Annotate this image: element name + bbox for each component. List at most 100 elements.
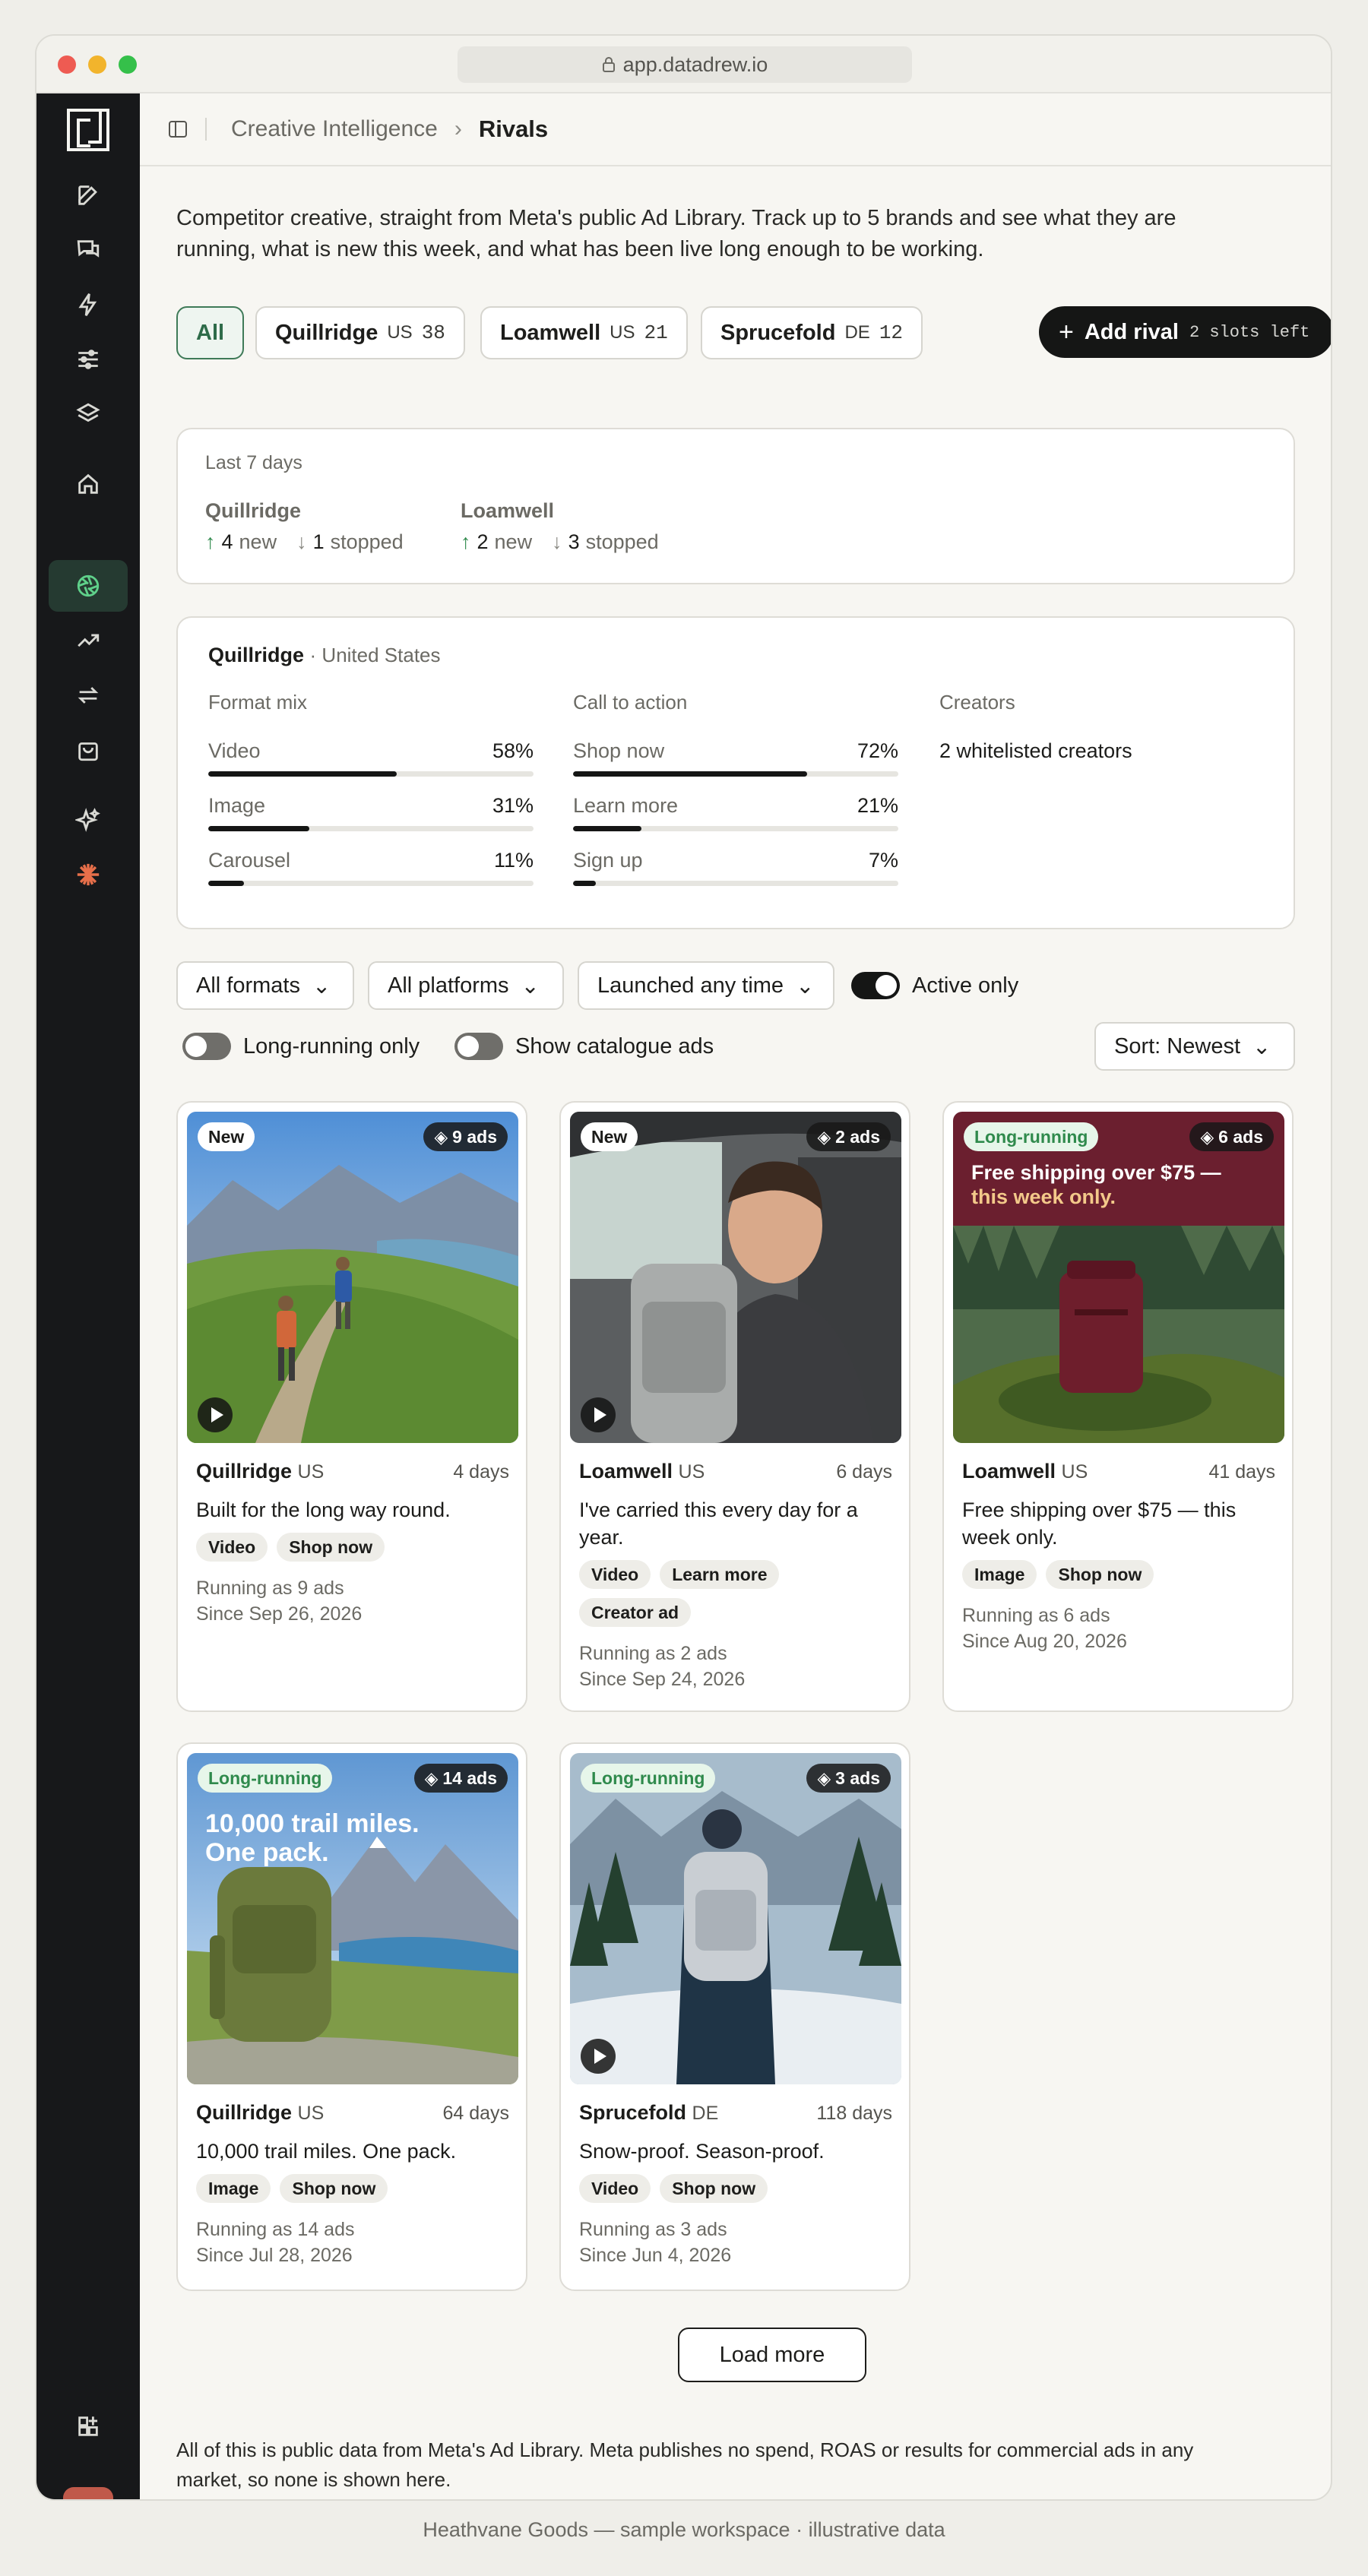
ad-card[interactable]: 10,000 trail miles. One pack. Long-runni… xyxy=(176,1742,527,2291)
chevron-down-icon: ⌄ xyxy=(312,973,331,998)
top-bar: Creative Intelligence › Rivals xyxy=(140,93,1331,166)
cta-label: Learn more xyxy=(573,794,679,817)
long-running-badge: Long-running xyxy=(964,1122,1099,1151)
compose-icon[interactable] xyxy=(73,180,103,210)
sort-dropdown[interactable]: Sort: Newest ⌄ xyxy=(1094,1022,1295,1071)
ad-card[interactable]: New ◈ 2 ads Loamwell US 6 days I've carri… xyxy=(559,1101,910,1712)
active-only-toggle[interactable] xyxy=(851,972,900,999)
rival-chip-all[interactable]: All xyxy=(176,306,245,359)
ad-thumbnail[interactable]: Free shipping over $75 — this week only.… xyxy=(953,1112,1284,1443)
home-icon[interactable] xyxy=(73,469,103,499)
swap-icon[interactable] xyxy=(73,680,103,710)
snow-hiker-image xyxy=(570,1753,901,2084)
chevron-down-icon: ⌄ xyxy=(796,973,815,998)
close-window-button[interactable] xyxy=(58,55,76,74)
breadcrumb-section[interactable]: Creative Intelligence xyxy=(231,116,438,142)
launched-dropdown[interactable]: Launched any time ⌄ xyxy=(578,961,834,1010)
breakdown-brand: Quillridge xyxy=(208,644,305,666)
ad-headline: Free shipping over $75 — this week only. xyxy=(962,1498,1237,1549)
long-running-toggle[interactable] xyxy=(182,1033,231,1060)
catalogue-toggle[interactable] xyxy=(454,1033,503,1060)
chevron-down-icon: ⌄ xyxy=(1252,1034,1271,1059)
aperture-icon[interactable] xyxy=(73,571,103,601)
cta-bar xyxy=(573,771,898,777)
app-logo[interactable] xyxy=(67,109,109,151)
ad-thumbnail[interactable]: Long-running ◈ 3 ads xyxy=(570,1753,901,2084)
sidebar-toggle-icon[interactable] xyxy=(167,119,188,140)
cta-bar xyxy=(573,881,898,886)
cta-row: Shop now 72% xyxy=(573,739,898,777)
ad-meta: Running as 14 ads Since Jul 28, 2026 xyxy=(196,2217,354,2268)
ad-thumbnail[interactable]: New ◈ 2 ads xyxy=(570,1112,901,1443)
ad-brand: Quillridge US xyxy=(196,2101,324,2125)
trending-icon[interactable] xyxy=(73,625,103,656)
running-as: Running as 14 ads xyxy=(196,2219,355,2240)
tag: Video xyxy=(579,2174,651,2203)
breakdown-header: Quillridge · United States xyxy=(208,644,441,667)
since-date: Since Jul 28, 2026 xyxy=(196,2245,353,2266)
bag-icon[interactable] xyxy=(73,735,103,765)
ad-tags: Image Shop now xyxy=(196,2174,515,2203)
rival-chip-loamwell[interactable]: Loamwell US 21 xyxy=(480,306,688,359)
brand-name: Quillridge xyxy=(196,2101,293,2124)
new-label: new xyxy=(494,530,533,553)
car-selfie-image xyxy=(570,1112,901,1443)
dropdown-label: All formats xyxy=(196,973,300,998)
format-label: Video xyxy=(208,739,261,762)
running-as: Running as 6 ads xyxy=(962,1605,1110,1626)
format-percent: 58% xyxy=(492,739,534,762)
ad-tags: Video Shop now xyxy=(579,2174,898,2203)
mountain-hikers-image xyxy=(187,1112,518,1443)
cta-bar-fill xyxy=(573,771,808,777)
divider xyxy=(205,118,207,141)
stopped-count: 3 xyxy=(568,530,580,553)
lightning-icon[interactable] xyxy=(73,290,103,320)
sparkles-icon[interactable] xyxy=(73,805,103,835)
new-label: new xyxy=(239,530,277,553)
apps-icon[interactable] xyxy=(73,2411,103,2442)
ad-brand: Loamwell US xyxy=(579,1460,705,1483)
platforms-dropdown[interactable]: All platforms ⌄ xyxy=(368,961,564,1010)
long-running-badge: Long-running xyxy=(581,1764,716,1793)
ad-brand: Quillridge US xyxy=(196,1460,324,1483)
ad-card[interactable]: Long-running ◈ 3 ads Sprucefold DE 118 da… xyxy=(559,1742,910,2291)
format-percent: 31% xyxy=(492,794,534,817)
ad-card[interactable]: Free shipping over $75 — this week only.… xyxy=(942,1101,1294,1712)
add-rival-button[interactable]: + Add rival 2 slots left xyxy=(1039,306,1331,358)
play-button[interactable] xyxy=(198,1397,233,1432)
ads-count-badge: ◈ 6 ads xyxy=(1189,1122,1274,1151)
ad-tags: Image Shop now xyxy=(962,1560,1281,1589)
formats-dropdown[interactable]: All formats ⌄ xyxy=(176,961,354,1010)
chip-count: 38 xyxy=(421,321,445,344)
play-button[interactable] xyxy=(581,2039,616,2074)
maximize-window-button[interactable] xyxy=(119,55,137,74)
starburst-icon[interactable] xyxy=(73,859,103,890)
play-button[interactable] xyxy=(581,1397,616,1432)
sliders-icon[interactable] xyxy=(73,344,103,375)
minimize-window-button[interactable] xyxy=(88,55,106,74)
ad-meta: Running as 6 ads Since Aug 20, 2026 xyxy=(962,1603,1127,1654)
running-as: Running as 3 ads xyxy=(579,2219,727,2240)
chat-icon[interactable] xyxy=(73,235,103,265)
tag: Image xyxy=(962,1560,1037,1589)
running-as: Running as 2 ads xyxy=(579,1643,727,1664)
overlay-line: One pack. xyxy=(205,1838,329,1867)
rival-chip-quillridge[interactable]: Quillridge US 38 xyxy=(255,306,465,359)
format-bar xyxy=(208,771,534,777)
format-row: Carousel 11% xyxy=(208,849,534,887)
ads-count-badge: ◈ 14 ads xyxy=(413,1764,508,1793)
format-bar xyxy=(208,826,534,831)
cta-bar-fill xyxy=(573,826,641,831)
layers-icon[interactable] xyxy=(73,399,103,429)
ad-card[interactable]: New ◈ 9 ads Quillridge US 4 days Built fo… xyxy=(176,1101,527,1712)
brand-country: US xyxy=(678,1461,705,1483)
ad-thumbnail[interactable]: New ◈ 9 ads xyxy=(187,1112,518,1443)
address-bar[interactable]: app.datadrew.io xyxy=(458,46,912,83)
user-avatar[interactable]: HG xyxy=(63,2487,113,2499)
ad-brand: Sprucefold DE xyxy=(579,2101,718,2125)
ad-thumbnail[interactable]: 10,000 trail miles. One pack. Long-runni… xyxy=(187,1753,518,2084)
rival-chip-sprucefold[interactable]: Sprucefold DE 12 xyxy=(701,306,923,359)
chip-country: DE xyxy=(844,322,870,343)
load-more-button[interactable]: Load more xyxy=(678,2328,866,2382)
app-window: app.datadrew.io HG Creative Intelligence… xyxy=(35,34,1332,2501)
